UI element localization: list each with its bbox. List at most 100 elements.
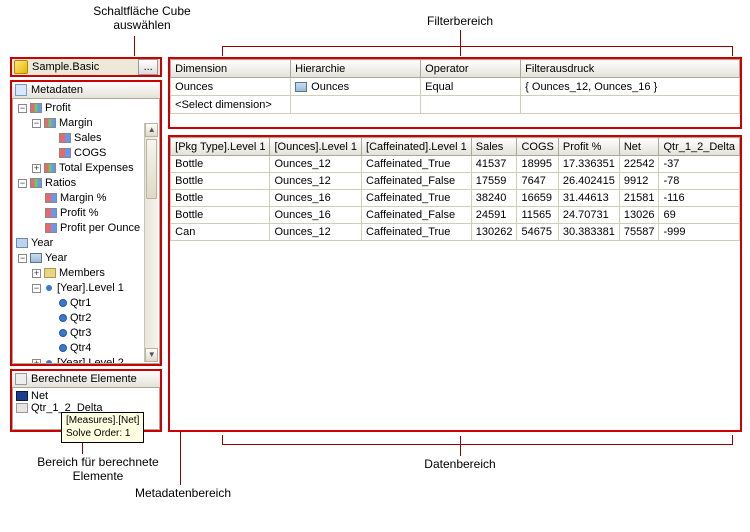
table-cell[interactable]: Ounces_12: [270, 224, 362, 241]
filter-cell-op[interactable]: Equal: [421, 78, 521, 96]
table-cell[interactable]: Caffeinated_False: [362, 207, 472, 224]
tree-item[interactable]: Profit per Ounce: [60, 222, 140, 234]
filter-row-new[interactable]: <Select dimension>: [171, 96, 740, 114]
table-cell[interactable]: 24591: [471, 207, 517, 224]
expand-toggle[interactable]: +: [32, 359, 41, 364]
data-col-sales[interactable]: Sales: [471, 138, 517, 156]
table-cell[interactable]: -999: [659, 224, 740, 241]
scroll-thumb[interactable]: [146, 139, 157, 199]
calc-list[interactable]: Net Qtr_1_2_Delta [Measures].[Net] Solve…: [12, 388, 160, 430]
filter-col-operator[interactable]: Operator: [421, 60, 521, 78]
table-cell[interactable]: Ounces_12: [270, 156, 362, 173]
tree-item[interactable]: Members: [59, 267, 105, 279]
metadata-tree[interactable]: −Profit −Margin Sales COGS +Total Expens…: [12, 99, 160, 364]
tree-item[interactable]: Total Expenses: [59, 162, 134, 174]
table-cell[interactable]: 54675: [517, 224, 558, 241]
tree-item[interactable]: Qtr1: [70, 297, 91, 309]
filter-row[interactable]: Ounces Ounces Equal { Ounces_12, Ounces_…: [171, 78, 740, 96]
tree-item[interactable]: [Year].Level 2: [57, 357, 124, 364]
filter-col-hierarchy[interactable]: Hierarchie: [291, 60, 421, 78]
tree-item[interactable]: Profit: [45, 102, 71, 114]
data-col-delta[interactable]: Qtr_1_2_Delta: [659, 138, 740, 156]
tree-item[interactable]: Margin: [59, 117, 93, 129]
table-cell[interactable]: -78: [659, 173, 740, 190]
table-cell[interactable]: Ounces_12: [270, 173, 362, 190]
table-cell[interactable]: 17.336351: [558, 156, 619, 173]
data-col-ounces[interactable]: [Ounces].Level 1: [270, 138, 362, 156]
tree-item[interactable]: Margin %: [60, 192, 106, 204]
table-row[interactable]: BottleOunces_12Caffeinated_False17559764…: [171, 173, 740, 190]
filter-col-expression[interactable]: Filterausdruck: [521, 60, 740, 78]
table-cell[interactable]: Bottle: [171, 156, 270, 173]
table-cell[interactable]: 9912: [619, 173, 659, 190]
data-col-net[interactable]: Net: [619, 138, 659, 156]
filter-cell-dim[interactable]: Ounces: [171, 78, 291, 96]
table-cell[interactable]: 31.44613: [558, 190, 619, 207]
tab-calc[interactable]: Berechnete Elemente: [12, 371, 160, 388]
tree-item[interactable]: Qtr4: [70, 342, 91, 354]
expand-toggle[interactable]: −: [18, 254, 27, 263]
table-cell[interactable]: 38240: [471, 190, 517, 207]
filter-cell-expr[interactable]: { Ounces_12, Ounces_16 }: [521, 78, 740, 96]
expand-toggle[interactable]: −: [32, 284, 41, 293]
tree-item[interactable]: Qtr2: [70, 312, 91, 324]
table-cell[interactable]: -116: [659, 190, 740, 207]
table-row[interactable]: BottleOunces_16Caffeinated_True382401665…: [171, 190, 740, 207]
table-row[interactable]: CanOunces_12Caffeinated_True130262546753…: [171, 224, 740, 241]
filter-col-dimension[interactable]: Dimension: [171, 60, 291, 78]
data-col-caff[interactable]: [Caffeinated].Level 1: [362, 138, 472, 156]
table-cell[interactable]: 24.70731: [558, 207, 619, 224]
table-cell[interactable]: Caffeinated_True: [362, 190, 472, 207]
table-cell[interactable]: Bottle: [171, 190, 270, 207]
table-cell[interactable]: 130262: [471, 224, 517, 241]
expand-toggle[interactable]: −: [32, 119, 41, 128]
table-cell[interactable]: 16659: [517, 190, 558, 207]
scroll-up-button[interactable]: ▲: [145, 123, 158, 137]
scrollbar-vertical[interactable]: ▲ ▼: [144, 123, 158, 362]
tab-metadata[interactable]: Metadaten: [12, 82, 160, 99]
table-cell[interactable]: 13026: [619, 207, 659, 224]
tree-item[interactable]: Ratios: [45, 177, 76, 189]
cube-select-button[interactable]: ...: [138, 59, 158, 75]
tree-item[interactable]: [Year].Level 1: [57, 282, 124, 294]
filter-cell-hier[interactable]: Ounces: [291, 78, 421, 96]
expand-toggle[interactable]: +: [32, 269, 41, 278]
table-cell[interactable]: 22542: [619, 156, 659, 173]
tree-item[interactable]: Year: [31, 237, 53, 249]
table-cell[interactable]: Ounces_16: [270, 190, 362, 207]
table-row[interactable]: BottleOunces_16Caffeinated_False24591115…: [171, 207, 740, 224]
table-cell[interactable]: 11565: [517, 207, 558, 224]
table-cell[interactable]: Ounces_16: [270, 207, 362, 224]
data-col-cogs[interactable]: COGS: [517, 138, 558, 156]
table-cell[interactable]: 30.383381: [558, 224, 619, 241]
table-cell[interactable]: Caffeinated_False: [362, 173, 472, 190]
expand-toggle[interactable]: −: [18, 104, 27, 113]
tree-item[interactable]: Sales: [74, 132, 102, 144]
table-cell[interactable]: 69: [659, 207, 740, 224]
table-row[interactable]: BottleOunces_12Caffeinated_True415371899…: [171, 156, 740, 173]
expand-toggle[interactable]: −: [12, 239, 13, 248]
table-cell[interactable]: 18995: [517, 156, 558, 173]
tree-item[interactable]: COGS: [74, 147, 106, 159]
table-cell[interactable]: 7647: [517, 173, 558, 190]
tree-item[interactable]: Year: [45, 252, 67, 264]
table-cell[interactable]: Bottle: [171, 173, 270, 190]
table-cell[interactable]: -37: [659, 156, 740, 173]
scroll-down-button[interactable]: ▼: [145, 348, 158, 362]
table-cell[interactable]: 26.402415: [558, 173, 619, 190]
table-cell[interactable]: 75587: [619, 224, 659, 241]
expand-toggle[interactable]: +: [32, 164, 41, 173]
table-cell[interactable]: 17559: [471, 173, 517, 190]
tree-item[interactable]: Qtr3: [70, 327, 91, 339]
expand-toggle[interactable]: −: [18, 179, 27, 188]
table-cell[interactable]: 41537: [471, 156, 517, 173]
table-cell[interactable]: Caffeinated_True: [362, 224, 472, 241]
data-col-pkg[interactable]: [Pkg Type].Level 1: [171, 138, 270, 156]
calc-item-net[interactable]: Net: [31, 390, 48, 402]
table-cell[interactable]: Bottle: [171, 207, 270, 224]
filter-placeholder[interactable]: <Select dimension>: [171, 96, 291, 114]
table-cell[interactable]: 21581: [619, 190, 659, 207]
table-cell[interactable]: Caffeinated_True: [362, 156, 472, 173]
table-cell[interactable]: Can: [171, 224, 270, 241]
data-col-profitpct[interactable]: Profit %: [558, 138, 619, 156]
